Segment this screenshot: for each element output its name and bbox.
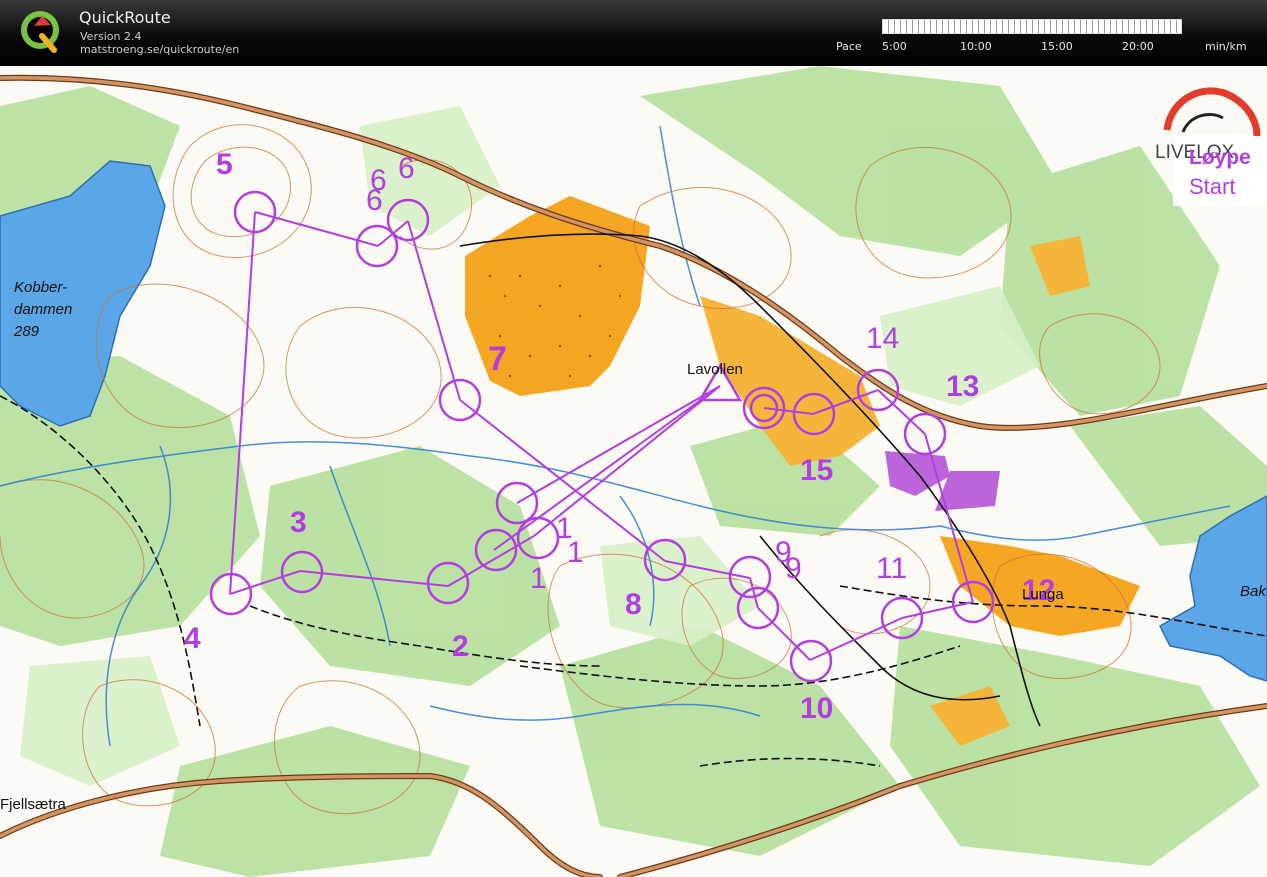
place-fjellsaetra: Fjellsætra bbox=[0, 796, 67, 813]
livelox-course-name: Løype bbox=[1189, 146, 1251, 169]
pace-label: Pace bbox=[836, 40, 862, 53]
app-title: QuickRoute bbox=[79, 8, 171, 27]
map-canvas[interactable]: 1 1 1 2 3 4 5 6 6 6 7 8 9 9 10 11 12 13 … bbox=[0, 66, 1267, 877]
control-number-11: 11 bbox=[876, 552, 907, 585]
control-number-2: 2 bbox=[452, 630, 469, 663]
place-kobberdammen-2: dammen bbox=[14, 301, 72, 318]
control-number-15: 15 bbox=[800, 454, 833, 487]
control-number-4: 4 bbox=[184, 622, 201, 655]
place-kobberdammen-3: 289 bbox=[13, 323, 40, 340]
control-number-14: 14 bbox=[866, 322, 899, 355]
orienteering-map[interactable]: 1 1 1 2 3 4 5 6 6 6 7 8 9 9 10 11 12 13 … bbox=[0, 66, 1267, 877]
livelox-panel: LIVELOX Løype Start bbox=[1153, 82, 1267, 206]
place-lavollen: Lavollen bbox=[687, 361, 743, 378]
app-header: QuickRoute Version 2.4 matstroeng.se/qui… bbox=[0, 0, 1267, 66]
pace-tick-20: 20:00 bbox=[1122, 40, 1154, 53]
app-url[interactable]: matstroeng.se/quickroute/en bbox=[80, 43, 239, 56]
pace-tick-10: 10:00 bbox=[960, 40, 992, 53]
control-number-1-b: 1 bbox=[567, 536, 584, 569]
app-version: Version 2.4 bbox=[80, 30, 142, 43]
pace-unit: min/km bbox=[1205, 40, 1247, 53]
quickroute-logo-icon bbox=[21, 11, 59, 53]
control-number-10: 10 bbox=[800, 692, 833, 725]
livelox-course-start: Start bbox=[1189, 174, 1235, 199]
place-bak: Bak bbox=[1240, 583, 1267, 600]
place-lunga: Lunga bbox=[1022, 586, 1064, 603]
control-number-6-c: 6 bbox=[366, 184, 383, 217]
place-kobberdammen-1: Kobber- bbox=[14, 279, 67, 296]
control-number-6-b: 6 bbox=[398, 152, 415, 185]
control-number-3: 3 bbox=[290, 506, 307, 539]
control-number-9-b: 9 bbox=[785, 552, 802, 585]
control-number-8: 8 bbox=[625, 588, 642, 621]
control-number-1-c: 1 bbox=[530, 562, 547, 595]
pace-scale-bar bbox=[882, 19, 1182, 34]
control-number-7: 7 bbox=[488, 340, 507, 378]
pace-tick-5: 5:00 bbox=[882, 40, 907, 53]
control-number-5: 5 bbox=[216, 148, 233, 181]
control-number-13: 13 bbox=[946, 370, 979, 403]
livelox-logo-icon: LIVELOX Løype Start bbox=[1155, 87, 1267, 206]
pace-tick-15: 15:00 bbox=[1041, 40, 1073, 53]
